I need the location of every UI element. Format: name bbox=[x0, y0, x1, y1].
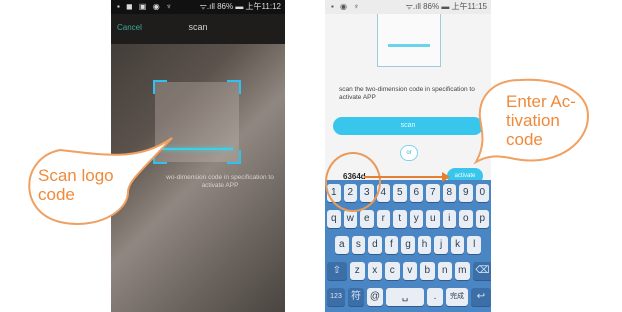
callout-line: tivation bbox=[506, 111, 560, 130]
callout-line: Enter Ac- bbox=[506, 92, 576, 111]
activation-callout: Enter Ac- tivation code bbox=[506, 92, 576, 149]
callout-line: Scan logo bbox=[38, 166, 114, 185]
callout-layer bbox=[28, 78, 590, 225]
code-highlight-circle bbox=[325, 152, 381, 212]
callout-line: code bbox=[38, 185, 75, 204]
arrow-head-icon bbox=[442, 172, 450, 182]
scan-logo-callout: Scan logo code bbox=[38, 166, 114, 204]
arrow-line bbox=[364, 176, 444, 178]
callout-line: code bbox=[506, 130, 543, 149]
